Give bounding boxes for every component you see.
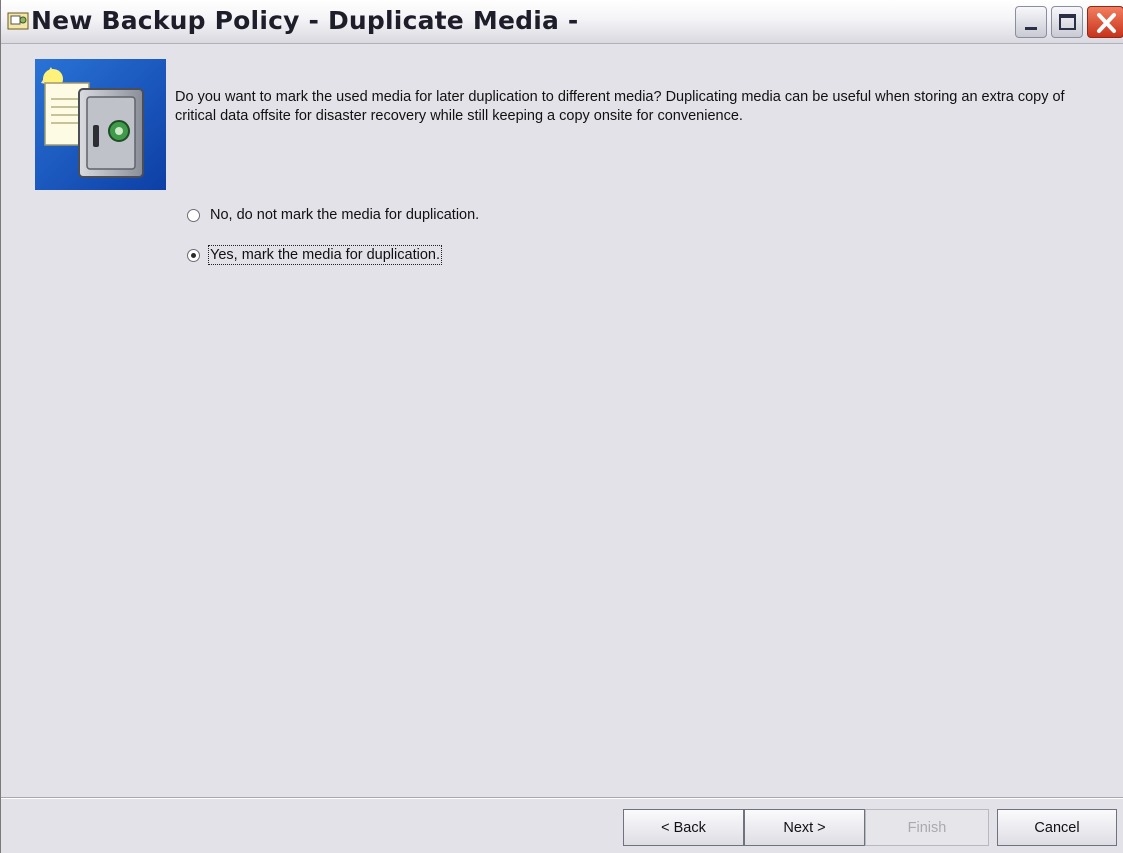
radio-mark-duplication[interactable] [187,248,200,262]
option-no-duplication[interactable]: No, do not mark the media for duplicatio… [187,204,480,226]
finish-button[interactable]: Finish [865,809,989,846]
backup-safe-icon [35,59,166,190]
minimize-icon [1025,27,1037,30]
option-label[interactable]: No, do not mark the media for duplicatio… [209,206,480,224]
minimize-button[interactable] [1015,6,1047,38]
maximize-icon [1059,14,1076,30]
close-button[interactable] [1087,6,1123,38]
app-icon [7,12,29,30]
question-text: Do you want to mark the used media for l… [175,89,1065,124]
close-icon [1097,13,1116,33]
option-label[interactable]: Yes, mark the media for duplication. [208,245,442,265]
maximize-button[interactable] [1051,6,1083,38]
footer-divider [1,797,1123,799]
window-title: New Backup Policy - Duplicate Media - [31,6,579,35]
back-button[interactable]: < Back [623,809,744,846]
radio-no-duplication[interactable] [187,208,200,222]
option-mark-duplication[interactable]: Yes, mark the media for duplication. [187,244,442,266]
wizard-window: New Backup Policy - Duplicate Media - Do… [0,0,1123,853]
cancel-button[interactable]: Cancel [997,809,1117,846]
title-bar[interactable]: New Backup Policy - Duplicate Media - [1,0,1123,44]
next-button[interactable]: Next > [744,809,865,846]
